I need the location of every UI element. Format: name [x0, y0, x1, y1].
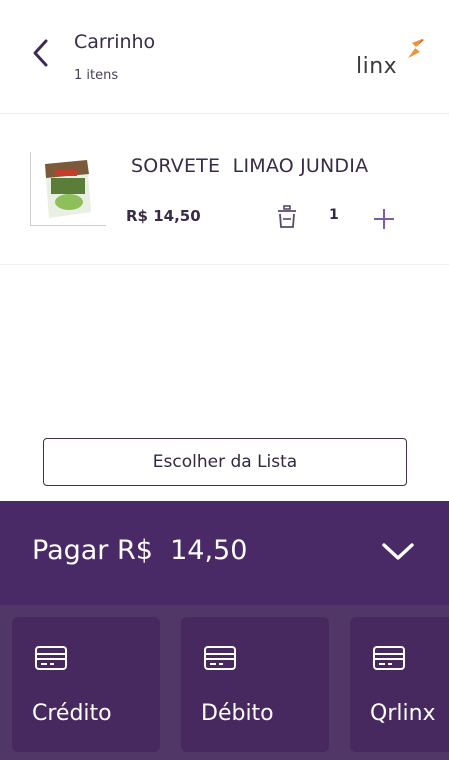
product-price: R$ 14,50: [126, 207, 201, 225]
brand-logo: linx: [354, 36, 428, 82]
product-name: SORVETE LIMAO JUNDIA: [131, 155, 369, 177]
logo-mark-icon: [408, 39, 424, 58]
payment-method-label: Qrlinx: [370, 701, 436, 726]
chevron-left-icon: [33, 39, 48, 67]
payment-methods: Crédito Débito Qrlinx: [0, 605, 449, 760]
payment-method-debito[interactable]: Débito: [181, 617, 329, 752]
product-image[interactable]: [30, 152, 106, 226]
payment-panel: Pagar R$ 14,50 Crédito Débito Qrlinx: [0, 501, 449, 760]
card-icon: [373, 646, 405, 670]
item-count: 1 itens: [74, 68, 119, 83]
increase-quantity-button[interactable]: [372, 207, 396, 231]
page-title: Carrinho: [74, 31, 156, 53]
trash-icon: [278, 205, 296, 228]
payment-method-qrlinx[interactable]: Qrlinx: [350, 617, 449, 752]
brand-logo-text: linx: [356, 54, 398, 79]
payment-method-label: Débito: [201, 701, 274, 726]
card-icon: [35, 646, 67, 670]
cart-item: SORVETE LIMAO JUNDIA R$ 14,50 1: [0, 115, 449, 265]
pay-total-label: Pagar R$ 14,50: [32, 535, 248, 566]
payment-method-label: Crédito: [32, 701, 112, 726]
quantity-value: 1: [329, 207, 339, 223]
collapse-payment-button[interactable]: [380, 539, 416, 565]
header: Carrinho 1 itens linx: [0, 0, 449, 114]
card-icon: [204, 646, 236, 670]
back-button[interactable]: [28, 36, 54, 70]
chevron-down-icon: [382, 543, 414, 560]
remove-item-button[interactable]: [276, 204, 298, 230]
payment-toggle-bar[interactable]: Pagar R$ 14,50: [0, 501, 449, 605]
product-box-image: [45, 160, 91, 218]
payment-method-credito[interactable]: Crédito: [12, 617, 160, 752]
choose-from-list-button[interactable]: Escolher da Lista: [43, 438, 407, 486]
plus-icon: [374, 209, 394, 229]
